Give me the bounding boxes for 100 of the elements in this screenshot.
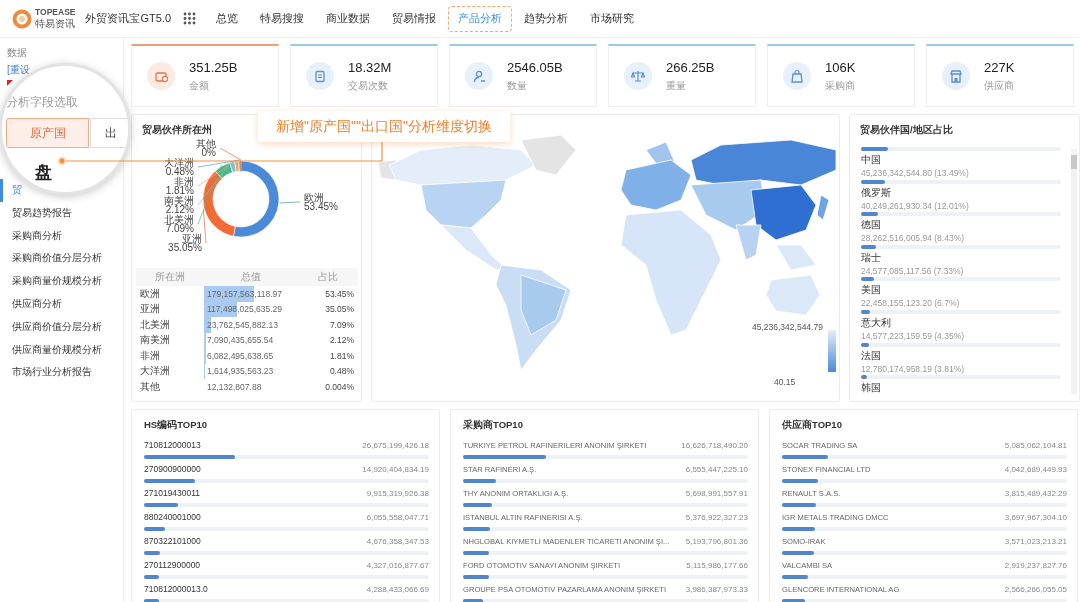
partner-value: 12,780,174,958.19 (3.81%) [861,363,965,374]
apps-icon[interactable] [183,12,197,25]
sidebar-item[interactable]: 采购商分析 [0,224,62,248]
partner-name: 美国 [861,283,881,298]
table-cell-text: 2.12% [328,334,355,348]
stat-value: 227K [984,59,1015,75]
item-name: 270900900000 [144,464,201,474]
table-cell-text: 117,498,025,635.29 [206,304,282,315]
item-value: 3,571,023,213.21 [1004,536,1067,546]
partner-name: 意大利 [861,315,891,330]
slice-value: 7.09% [165,223,194,234]
partner-value: 14,577,223,159.59 (4.35%) [861,330,965,341]
scales-icon [631,69,645,83]
item-value: 3,815,489,432.29 [1004,488,1067,498]
table-cell-text: 0.004% [324,380,355,394]
slice-label: 北美洲 [164,214,194,225]
item-value: 14,920,404,834.19 [362,464,429,474]
person-icon [472,69,486,83]
table-cell-text: 1,614,935,563.23 [206,366,274,377]
item-value: 5,376,922,327.23 [685,512,748,522]
panel-title: 供应商TOP10 [782,418,842,432]
item-value: 4,042,689,449.93 [1004,464,1067,474]
legend-label: 40.15 [774,377,796,387]
slice-label: 南美洲 [164,195,194,206]
partner-value: 45,236,342,544.80 (13.49%) [861,168,969,178]
partner-name: 法国 [861,348,881,363]
item-value: 5,698,991,557.91 [685,488,748,498]
stat-label: 采购商 [825,78,856,93]
column-header: 所在洲 [136,268,204,286]
item-value: 4,327,016,877.67 [366,560,429,570]
slice-label: 其他 [196,139,216,149]
slice-value: 1.81% [165,185,194,196]
table-cell-text: 23,762,545,882.13 [206,319,278,330]
legend-gradient [828,330,836,372]
panel-title: 贸易伙伴所在州 [141,123,213,137]
sidebar-item[interactable]: 贸易趋势报告 [0,201,72,225]
table-cell: 其他 [136,379,204,395]
table-cell-text: 7.09% [328,318,355,332]
partner-name: 韩国 [861,381,881,396]
sidebar-item[interactable]: 市场行业分析报告 [0,361,92,385]
item-value: 6,055,558,047.71 [366,512,429,522]
slice-value: 53.45% [304,201,338,212]
sidebar-item[interactable]: 供应商量价规模分析 [0,338,102,362]
item-value: 4,288,433,066.69 [366,584,429,594]
logo-icon [12,8,32,29]
partner-name: 俄罗斯 [861,185,891,200]
table-cell-text: 0.48% [328,365,355,379]
item-value: 5,115,986,177.66 [686,560,748,570]
stat-label: 供应商 [984,78,1015,93]
stat-value: 266.25B [666,59,715,75]
item-value: 3,986,387,973.33 [685,584,748,594]
sidebar-item[interactable]: 供应商分析 [0,293,62,316]
nav-tab[interactable]: 趋势分析 [514,5,579,32]
item-name: 870322101000 [144,536,201,546]
nav-tab[interactable]: 特易搜搜 [250,5,315,32]
slice-label: 非洲 [174,176,194,187]
table-cell-text: 6,082,495,638.65 [206,350,274,361]
item-value: 2,566,266,055.05 [1004,584,1067,594]
table-cell: 北美洲 [136,317,204,333]
item-name: 710812000013 [144,440,201,450]
store-icon [949,69,963,83]
partner-value: 40,249,261,930.34 (12.01%) [861,200,969,211]
panel-title: 贸易伙伴国/地区占比 [859,123,954,137]
table-cell-text: 7,090,435,655.54 [206,335,274,346]
panel-title: 采购商TOP10 [463,418,523,432]
app-title: 外贸资讯宝GT5.0 [85,11,172,26]
stat-label: 数量 [507,78,528,93]
nav-tab[interactable]: 商业数据 [316,5,381,32]
option-button[interactable]: 出 [90,118,128,148]
column-header: 总值 [204,268,298,286]
nav-tab[interactable]: 总览 [206,5,249,32]
nav-tab[interactable]: 产品分析 [448,5,513,32]
item-value: 26,675,199,426.18 [362,440,429,450]
table-cell: 南美洲 [136,332,204,348]
partner-value: 22,458,155,123.20 (6.7%) [861,298,960,309]
table-cell: 53.45% [298,286,358,302]
partner-value: 24,577,085,117.56 (7.33%) [861,265,964,276]
panel-title: HS编码TOP10 [144,418,208,432]
table-cell-text: 1.81% [328,349,355,363]
brand-subtitle: 特易资讯 [35,17,76,29]
scrollbar[interactable] [1071,149,1077,394]
item-value: 6,555,447,225.10 [685,464,748,474]
item-value: 5,085,062,104.81 [1004,440,1067,450]
partner-name: 瑞士 [861,250,881,265]
reset-link[interactable]: [重设 [7,63,30,77]
wallet-icon [154,69,168,83]
item-name: 270112900000 [144,560,201,570]
table-cell-text: 35.05% [324,303,355,317]
table-cell: 大洋洲 [136,363,204,379]
sidebar-item[interactable]: 采购商价值分层分析 [0,247,102,271]
sidebar-item[interactable]: 采购商量价规模分析 [0,270,102,293]
stat-label: 交易次数 [348,78,389,93]
sidebar-item[interactable]: 供应商价值分层分析 [0,315,102,339]
nav-tab[interactable]: 市场研究 [580,5,645,32]
item-name: 880240001000 [144,512,201,522]
bag-icon [790,69,804,83]
nav-tab[interactable]: 贸易情报 [382,5,447,32]
slice-label: 欧洲 [304,192,324,203]
section-label: 数据 [6,46,27,60]
slice-value: 0.48% [165,166,194,177]
